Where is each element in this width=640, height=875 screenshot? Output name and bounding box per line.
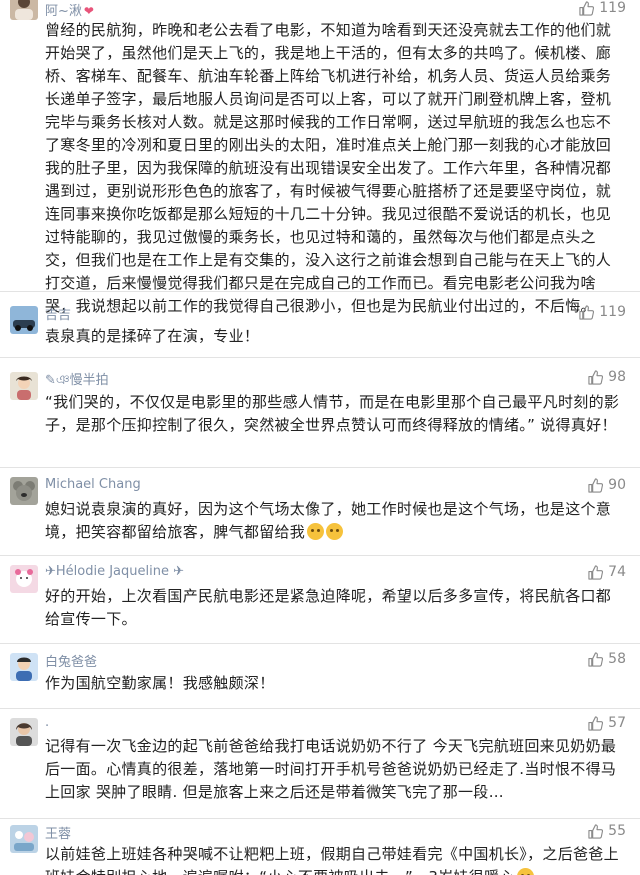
like-button[interactable]: 90	[588, 477, 626, 493]
comment-username[interactable]: Michael Chang	[45, 477, 141, 492]
comment-text: 作为国航空勤家属！我感触颇深！	[45, 674, 275, 692]
comment-item: 白兔爸爸 58 作为国航空勤家属！我感触颇深！	[0, 644, 640, 709]
like-button[interactable]: 55	[588, 823, 626, 839]
comment-item: Michael Chang 90 媳妇说袁泉演的真好，因为这个气场太像了，她工作…	[0, 468, 640, 556]
comment-item: 吉吉 119 袁泉真的是揉碎了在演，专业！	[0, 292, 640, 358]
avatar[interactable]	[10, 0, 38, 20]
avatar[interactable]	[10, 565, 38, 593]
like-count: 119	[599, 304, 626, 320]
like-button[interactable]: 57	[588, 715, 626, 731]
comment-text: 袁泉真的是揉碎了在演，专业！	[45, 327, 260, 345]
thumbs-up-icon	[588, 369, 604, 385]
thumbs-up-icon	[579, 0, 595, 16]
comment-text: 记得有一次飞金边的起飞前爸爸给我打电话说奶奶不行了 今天飞完航班回来见奶奶最后一…	[45, 737, 617, 801]
comment-username[interactable]: 阿~湫 ❤	[45, 0, 94, 19]
comment-item: 阿~湫 ❤ 119 曾经的民航狗，昨晚和老公去看了电影，不知道为啥看到天还没亮就去…	[0, 0, 640, 315]
like-count: 98	[608, 369, 626, 385]
like-count: 58	[608, 651, 626, 667]
avatar[interactable]	[10, 372, 38, 400]
comment-username[interactable]: 王蓉	[45, 823, 71, 842]
comment-username[interactable]: 吉吉	[45, 304, 71, 323]
like-button[interactable]: 98	[588, 369, 626, 385]
avatar[interactable]	[10, 477, 38, 505]
like-count: 119	[599, 0, 626, 16]
comment-text: 好的开始，上次看国产民航电影还是紧急迫降呢，希望以后多多宣传，将民航各口都给宣传…	[45, 587, 612, 628]
comment-username[interactable]: ✎ঞ慢半拍	[45, 369, 109, 392]
smile-emoji-icon	[516, 868, 534, 875]
comment-item: ✎ঞ慢半拍 98 “我们哭的，不仅仅是电影里的那些感人情节，而是在电影里那个自己…	[0, 358, 640, 468]
thumbs-up-icon	[588, 651, 604, 667]
like-button[interactable]: 119	[579, 0, 626, 16]
heart-icon: ❤	[83, 4, 94, 18]
thumbs-up-icon	[588, 823, 604, 839]
avatar[interactable]	[10, 306, 38, 334]
like-count: 90	[608, 477, 626, 493]
laugh-cry-emoji-icon	[307, 523, 325, 540]
comment-text: “我们哭的，不仅仅是电影里的那些感人情节，而是在电影里那个自己最平凡时刻的影子，…	[45, 393, 620, 434]
like-button[interactable]: 58	[588, 651, 626, 667]
avatar[interactable]	[10, 718, 38, 746]
comment-item: ✈Hélodie Jaqueline ✈ 74 好的开始，上次看国产民航电影还是…	[0, 556, 640, 644]
comment-feed: 阿~湫 ❤ 119 曾经的民航狗，昨晚和老公去看了电影，不知道为啥看到天还没亮就去…	[0, 0, 640, 875]
avatar[interactable]	[10, 653, 38, 681]
like-count: 74	[608, 564, 626, 580]
avatar[interactable]	[10, 825, 38, 853]
like-count: 55	[608, 823, 626, 839]
thumbs-up-icon	[588, 477, 604, 493]
comment-text: 以前娃爸上班娃各种哭喊不让粑粑上班，假期自己带娃看完《中国机长》，之后爸爸上班娃…	[45, 843, 622, 875]
comment-item: 王蓉 55 以前娃爸上班娃各种哭喊不让粑粑上班，假期自己带娃看完《中国机长》，之…	[0, 819, 640, 875]
comment-text: 曾经的民航狗，昨晚和老公去看了电影，不知道为啥看到天还没亮就去工作的他们就开始哭…	[45, 21, 612, 315]
like-button[interactable]: 119	[579, 304, 626, 320]
comment-username[interactable]: ✈Hélodie Jaqueline ✈	[45, 564, 184, 579]
comment-username[interactable]: 白兔爸爸	[45, 651, 97, 670]
like-button[interactable]: 74	[588, 564, 626, 580]
thumbs-up-icon	[588, 715, 604, 731]
thumbs-up-icon	[588, 564, 604, 580]
laugh-cry-emoji-icon	[326, 523, 344, 540]
comment-item: . 57 记得有一次飞金边的起飞前爸爸给我打电话说奶奶不行了 今天飞完航班回来见…	[0, 709, 640, 819]
comment-text: 媳妇说袁泉演的真好，因为这个气场太像了，她工作时候也是这个气场，也是这个意境，把…	[45, 500, 612, 541]
comment-username[interactable]: .	[45, 715, 49, 730]
like-count: 57	[608, 715, 626, 731]
thumbs-up-icon	[579, 304, 595, 320]
